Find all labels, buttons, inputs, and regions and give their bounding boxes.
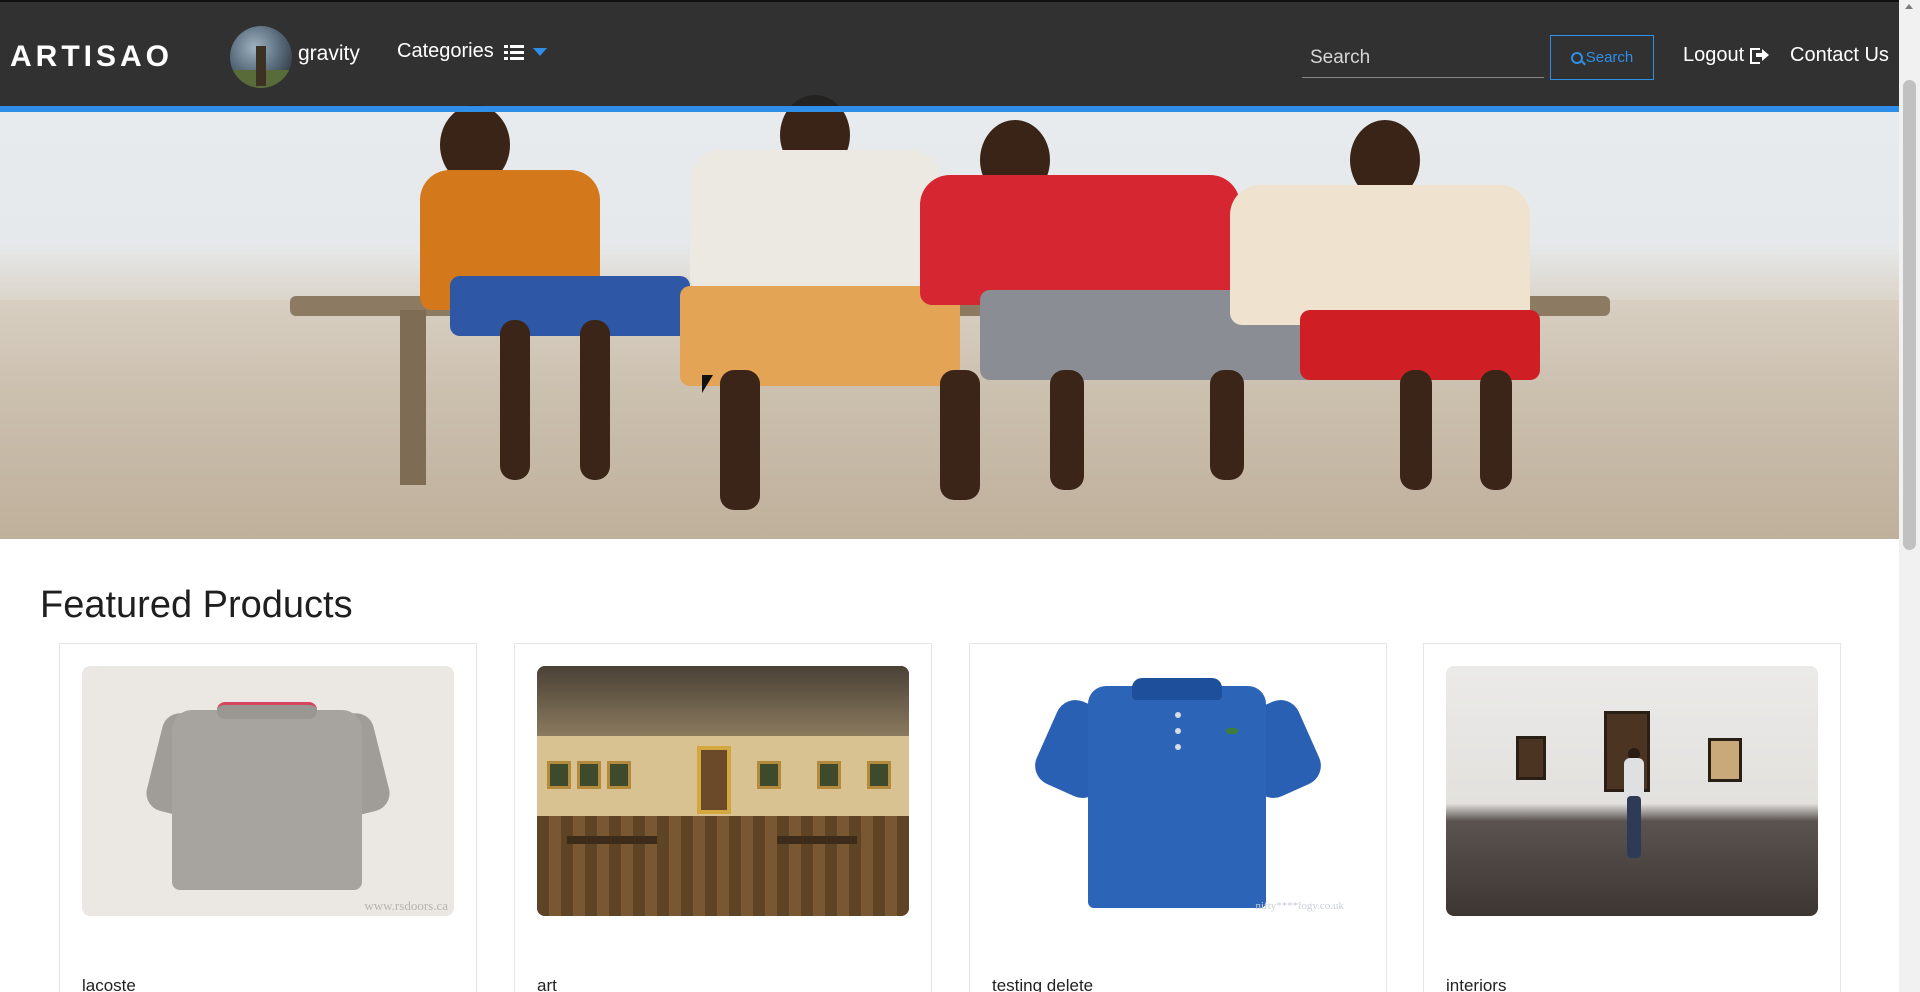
sign-out-icon [1750,47,1770,64]
search-input[interactable] [1302,38,1544,78]
list-icon [503,44,524,60]
user-avatar[interactable] [230,26,292,88]
brand-logo-text: ARTISAO [10,40,173,73]
product-name[interactable]: art [537,976,557,992]
product-name[interactable]: testing delete [992,976,1093,992]
person-leg [1480,370,1512,490]
product-image[interactable]: www.rsdoors.ca [82,666,454,916]
contact-us-link[interactable]: Contact Us [1790,44,1889,67]
username-link[interactable]: gravity [298,42,360,66]
image-watermark: nifty****logy.co.uk [1255,900,1345,912]
product-image[interactable] [537,666,909,916]
person-shirt [920,175,1240,305]
search-button[interactable]: Search [1550,35,1654,80]
product-image[interactable]: nifty****logy.co.uk [992,666,1364,916]
person-leg [720,370,760,510]
person-leg [580,320,610,480]
person-leg [1050,370,1084,490]
person-leg [1400,370,1432,490]
person-shirt [1230,185,1530,325]
logout-label: Logout [1683,44,1745,66]
search-icon [1570,51,1583,64]
categories-label: Categories [397,40,494,62]
top-navbar: ARTISAO gravity Categories Search Logout [0,0,1899,112]
person-shorts [450,276,690,336]
product-name[interactable]: lacoste [82,976,136,992]
product-name[interactable]: interiors [1446,976,1506,992]
product-card[interactable]: nifty****logy.co.uk testing delete [969,643,1387,992]
person-leg [1210,370,1244,480]
person-shorts [680,286,960,386]
product-card[interactable]: interiors [1423,643,1841,992]
search-button-label: Search [1585,49,1634,66]
bench-leg [400,310,426,485]
scrollbar-thumb[interactable] [1903,80,1916,550]
product-card[interactable]: art [514,643,932,992]
caret-down-icon [532,47,547,56]
product-image[interactable] [1446,666,1818,916]
person-leg [940,370,980,500]
product-card[interactable]: www.rsdoors.ca lacoste [59,643,477,992]
scroll-up-icon[interactable] [1905,4,1913,9]
page: ARTISAO gravity Categories Search Logout [0,0,1899,992]
avatar-tree [256,46,266,86]
categories-dropdown[interactable]: Categories [397,40,547,63]
person-shirt [690,150,940,290]
image-watermark: www.rsdoors.ca [364,898,448,913]
person-figure [1622,748,1646,858]
mouse-cursor-icon [702,375,713,393]
section-title: Featured Products [40,584,353,626]
brand-logo[interactable]: ARTISAO [10,32,173,82]
person-leg [500,320,530,480]
page-scrollbar[interactable] [1899,0,1920,992]
logout-link[interactable]: Logout [1683,44,1770,67]
